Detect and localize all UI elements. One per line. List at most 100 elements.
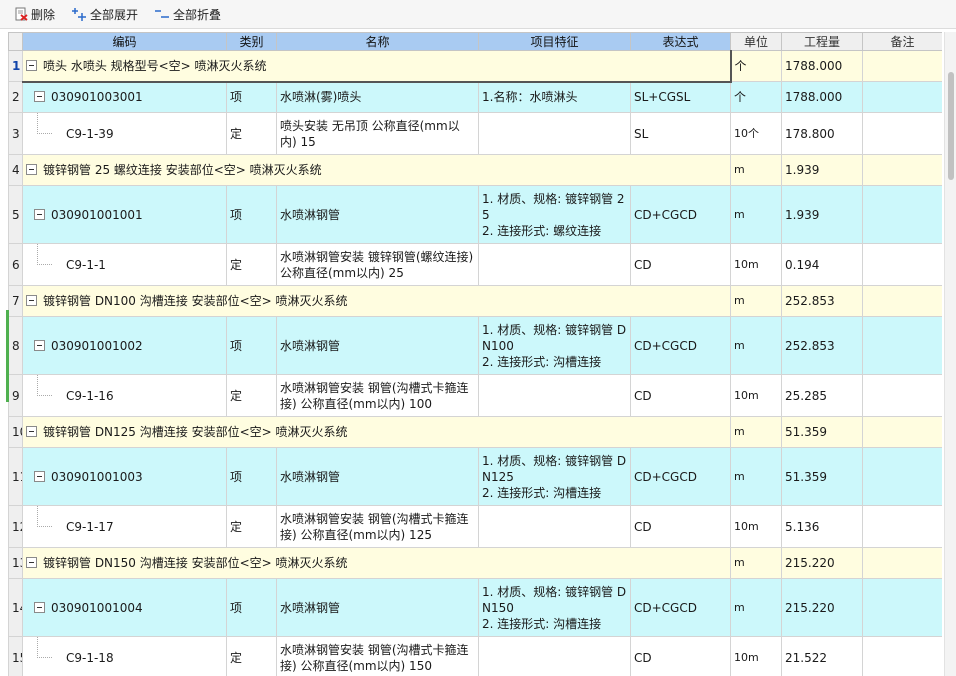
row-number[interactable]: 15 <box>8 636 23 676</box>
unit-cell[interactable]: m <box>730 547 782 579</box>
table-row[interactable]: 4 镀锌钢管 25 螺纹连接 安装部位<空> 喷淋灭火系统 m 1.939 <box>8 154 942 186</box>
expression-cell[interactable]: SL+CGSL <box>630 81 731 113</box>
remark-cell[interactable] <box>862 285 942 317</box>
code-cell[interactable]: 030901001002 <box>22 316 227 375</box>
name-cell[interactable]: 喷头安装 无吊顶 公称直径(mm以内) 15 <box>276 112 479 155</box>
expression-cell[interactable]: CD+CGCD <box>630 185 731 244</box>
remark-cell[interactable] <box>862 185 942 244</box>
row-number[interactable]: 10 <box>8 416 23 448</box>
quantity-cell[interactable]: 1.939 <box>781 154 863 186</box>
code-cell[interactable]: 030901003001 <box>22 81 227 113</box>
unit-cell[interactable]: 10m <box>730 636 782 676</box>
unit-cell[interactable]: m <box>730 447 782 506</box>
quantity-cell[interactable]: 51.359 <box>781 447 863 506</box>
row-number[interactable]: 4 <box>8 154 23 186</box>
unit-cell[interactable]: m <box>730 185 782 244</box>
collapse-toggle-icon[interactable] <box>34 208 45 220</box>
name-cell[interactable]: 水喷淋钢管 <box>276 316 479 375</box>
quantity-cell[interactable]: 1788.000 <box>781 50 863 82</box>
col-header-name[interactable]: 名称 <box>276 32 479 51</box>
unit-cell[interactable]: 个 <box>730 50 782 82</box>
row-number[interactable]: 3 <box>8 112 23 155</box>
vertical-scrollbar[interactable] <box>944 32 956 676</box>
remark-cell[interactable] <box>862 81 942 113</box>
features-cell[interactable] <box>478 505 631 548</box>
table-row[interactable]: 7 镀锌钢管 DN100 沟槽连接 安装部位<空> 喷淋灭火系统 m 252.8… <box>8 285 942 317</box>
quantity-cell[interactable]: 252.853 <box>781 285 863 317</box>
category-cell[interactable]: 定 <box>226 505 277 548</box>
quantity-cell[interactable]: 215.220 <box>781 578 863 637</box>
col-header-unit[interactable]: 单位 <box>730 32 782 51</box>
table-row[interactable]: 10 镀锌钢管 DN125 沟槽连接 安装部位<空> 喷淋灭火系统 m 51.3… <box>8 416 942 448</box>
expression-cell[interactable]: CD <box>630 374 731 417</box>
row-number[interactable]: 14 <box>8 578 23 637</box>
group-title-cell[interactable]: 镀锌钢管 DN150 沟槽连接 安装部位<空> 喷淋灭火系统 <box>22 547 731 579</box>
col-header-expression[interactable]: 表达式 <box>630 32 731 51</box>
unit-cell[interactable]: m <box>730 578 782 637</box>
quantity-cell[interactable]: 178.800 <box>781 112 863 155</box>
quantity-cell[interactable]: 51.359 <box>781 416 863 448</box>
group-title-cell[interactable]: 喷头 水喷头 规格型号<空> 喷淋灭火系统 <box>22 50 732 83</box>
code-cell[interactable]: C9-1-18 <box>22 636 227 676</box>
expression-cell[interactable]: CD+CGCD <box>630 578 731 637</box>
remark-cell[interactable] <box>862 578 942 637</box>
features-cell[interactable] <box>478 374 631 417</box>
remark-cell[interactable] <box>862 112 942 155</box>
quantity-cell[interactable]: 0.194 <box>781 243 863 286</box>
collapse-toggle-icon[interactable] <box>34 601 45 613</box>
quantity-cell[interactable]: 215.220 <box>781 547 863 579</box>
category-cell[interactable]: 项 <box>226 447 277 506</box>
collapse-toggle-icon[interactable] <box>26 295 37 306</box>
unit-cell[interactable]: 个 <box>730 81 782 113</box>
table-row[interactable]: 11 030901001003 项 水喷淋钢管 1. 材质、规格: 镀锌钢管 D… <box>8 447 942 506</box>
expression-cell[interactable]: CD <box>630 505 731 548</box>
row-number[interactable]: 6 <box>8 243 23 286</box>
col-header-quantity[interactable]: 工程量 <box>781 32 863 51</box>
collapse-all-button[interactable]: 全部折叠 <box>150 3 225 25</box>
category-cell[interactable]: 项 <box>226 185 277 244</box>
unit-cell[interactable]: m <box>730 285 782 317</box>
table-row[interactable]: 14 030901001004 项 水喷淋钢管 1. 材质、规格: 镀锌钢管 D… <box>8 578 942 637</box>
category-cell[interactable]: 定 <box>226 374 277 417</box>
remark-cell[interactable] <box>862 505 942 548</box>
table-row[interactable]: 8 030901001002 项 水喷淋钢管 1. 材质、规格: 镀锌钢管 DN… <box>8 316 942 375</box>
row-number[interactable]: 9 <box>8 374 23 417</box>
name-cell[interactable]: 水喷淋钢管安装 钢管(沟槽式卡箍连接) 公称直径(mm以内) 125 <box>276 505 479 548</box>
collapse-toggle-icon[interactable] <box>26 557 37 568</box>
name-cell[interactable]: 水喷淋钢管 <box>276 185 479 244</box>
remark-cell[interactable] <box>862 547 942 579</box>
row-number[interactable]: 5 <box>8 185 23 244</box>
remark-cell[interactable] <box>862 636 942 676</box>
unit-cell[interactable]: 10个 <box>730 112 782 155</box>
table-row[interactable]: 13 镀锌钢管 DN150 沟槽连接 安装部位<空> 喷淋灭火系统 m 215.… <box>8 547 942 579</box>
collapse-toggle-icon[interactable] <box>34 91 45 103</box>
expand-all-button[interactable]: 全部展开 <box>67 3 142 25</box>
row-number[interactable]: 13 <box>8 547 23 579</box>
expression-cell[interactable]: CD+CGCD <box>630 316 731 375</box>
unit-cell[interactable]: 10m <box>730 243 782 286</box>
unit-cell[interactable]: 10m <box>730 374 782 417</box>
table-row[interactable]: 2 030901003001 项 水喷淋(雾)喷头 1.名称：水喷淋头 SL+C… <box>8 81 942 113</box>
name-cell[interactable]: 水喷淋钢管安装 钢管(沟槽式卡箍连接) 公称直径(mm以内) 100 <box>276 374 479 417</box>
features-cell[interactable] <box>478 636 631 676</box>
table-row[interactable]: 6 C9-1-1 定 水喷淋钢管安装 镀锌钢管(螺纹连接) 公称直径(mm以内)… <box>8 243 942 286</box>
table-row[interactable]: 3 C9-1-39 定 喷头安装 无吊顶 公称直径(mm以内) 15 SL 10… <box>8 112 942 155</box>
expression-cell[interactable]: CD+CGCD <box>630 447 731 506</box>
row-number[interactable]: 1 <box>8 50 23 82</box>
unit-cell[interactable]: m <box>730 416 782 448</box>
expression-cell[interactable]: SL <box>630 112 731 155</box>
unit-cell[interactable]: m <box>730 316 782 375</box>
code-cell[interactable]: C9-1-16 <box>22 374 227 417</box>
quantity-cell[interactable]: 25.285 <box>781 374 863 417</box>
collapse-toggle-icon[interactable] <box>34 339 45 351</box>
row-number[interactable]: 7 <box>8 285 23 317</box>
name-cell[interactable]: 水喷淋(雾)喷头 <box>276 81 479 113</box>
unit-cell[interactable]: 10m <box>730 505 782 548</box>
category-cell[interactable]: 定 <box>226 636 277 676</box>
remark-cell[interactable] <box>862 374 942 417</box>
table-row[interactable]: 1 喷头 水喷头 规格型号<空> 喷淋灭火系统 个 1788.000 <box>8 50 942 83</box>
col-header-category[interactable]: 类别 <box>226 32 277 51</box>
code-cell[interactable]: C9-1-1 <box>22 243 227 286</box>
col-header-features[interactable]: 项目特征 <box>478 32 631 51</box>
collapse-toggle-icon[interactable] <box>26 59 37 71</box>
